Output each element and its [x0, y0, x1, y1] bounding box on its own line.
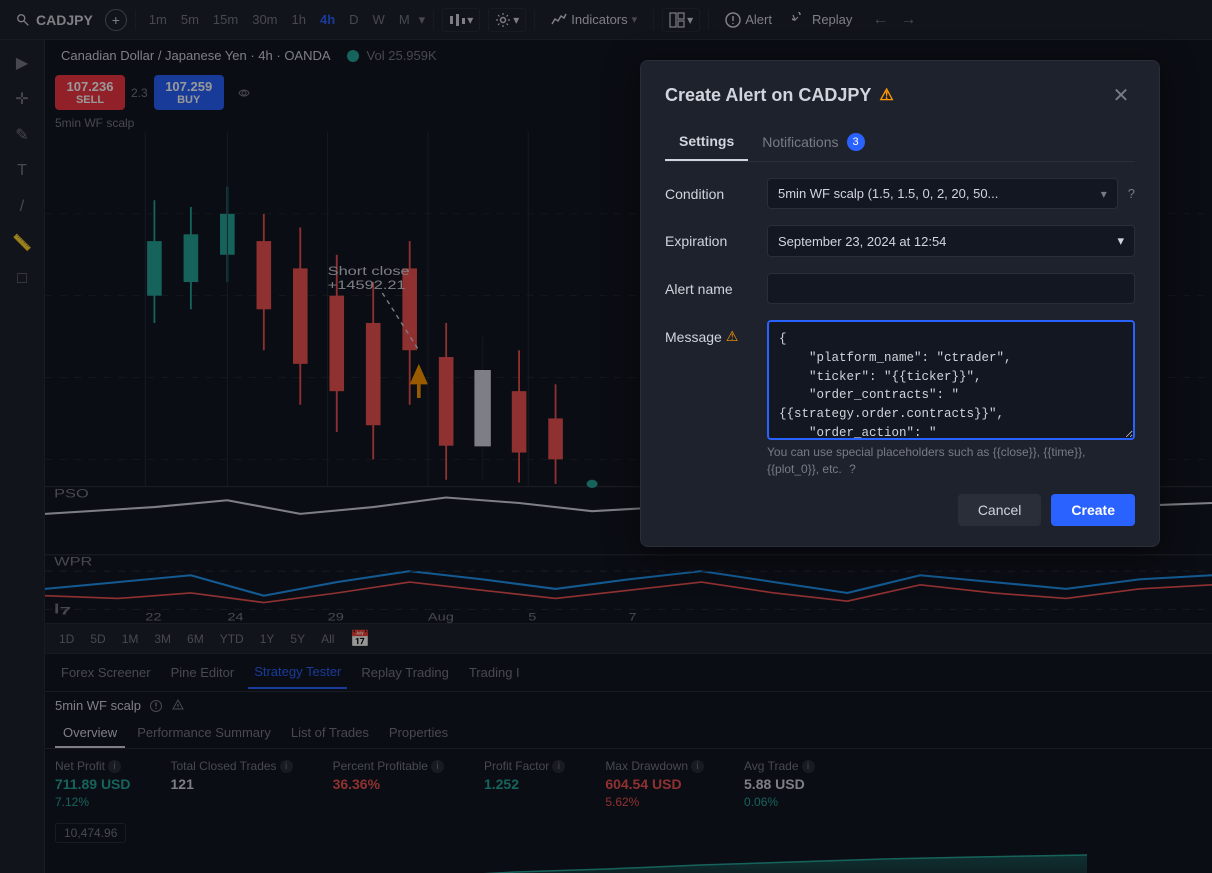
message-textarea[interactable]: { "platform_name": "ctrader", "ticker": …	[767, 320, 1135, 440]
dialog-close-button[interactable]: ✕	[1107, 81, 1135, 109]
create-button[interactable]: Create	[1051, 494, 1135, 526]
hint-text: You can use special placeholders such as…	[767, 444, 1135, 478]
dialog-footer: Cancel Create	[665, 494, 1135, 526]
notifications-badge: 3	[847, 133, 865, 151]
expiration-label: Expiration	[665, 225, 755, 249]
message-warning-icon: ⚠	[726, 328, 739, 345]
message-label: Message ⚠	[665, 320, 755, 345]
condition-label: Condition	[665, 178, 755, 202]
expiration-row: Expiration September 23, 2024 at 12:54 ▾	[665, 225, 1135, 257]
condition-value: 5min WF scalp (1.5, 1.5, 0, 2, 20, 50...	[778, 186, 998, 201]
create-alert-dialog: Create Alert on CADJPY ⚠ ✕ Settings Noti…	[640, 60, 1160, 547]
condition-row: Condition 5min WF scalp (1.5, 1.5, 0, 2,…	[665, 178, 1135, 209]
dialog-title: Create Alert on CADJPY ⚠	[665, 85, 894, 106]
expiration-value: September 23, 2024 at 12:54	[778, 234, 946, 249]
cancel-button[interactable]: Cancel	[958, 494, 1042, 526]
alert-name-row: Alert name	[665, 273, 1135, 304]
alert-name-control	[767, 273, 1135, 304]
expiration-control: September 23, 2024 at 12:54 ▾	[767, 225, 1135, 257]
dialog-tabs: Settings Notifications 3	[665, 125, 1135, 162]
dialog-header: Create Alert on CADJPY ⚠ ✕	[665, 81, 1135, 109]
expiry-chevron-icon: ▾	[1117, 233, 1124, 249]
alert-name-label: Alert name	[665, 273, 755, 297]
condition-help-icon[interactable]: ?	[1128, 186, 1135, 201]
condition-control: 5min WF scalp (1.5, 1.5, 0, 2, 20, 50...…	[767, 178, 1135, 209]
chevron-down-icon: ▾	[1101, 187, 1107, 201]
alert-name-input[interactable]	[767, 273, 1135, 304]
message-row: Message ⚠ { "platform_name": "ctrader", …	[665, 320, 1135, 440]
expiration-select[interactable]: September 23, 2024 at 12:54 ▾	[767, 225, 1135, 257]
condition-select[interactable]: 5min WF scalp (1.5, 1.5, 0, 2, 20, 50...…	[767, 178, 1118, 209]
title-warning-icon: ⚠	[879, 85, 893, 105]
settings-tab[interactable]: Settings	[665, 125, 748, 161]
notifications-tab[interactable]: Notifications 3	[748, 125, 878, 161]
hint-help-icon[interactable]: ?	[849, 462, 856, 476]
